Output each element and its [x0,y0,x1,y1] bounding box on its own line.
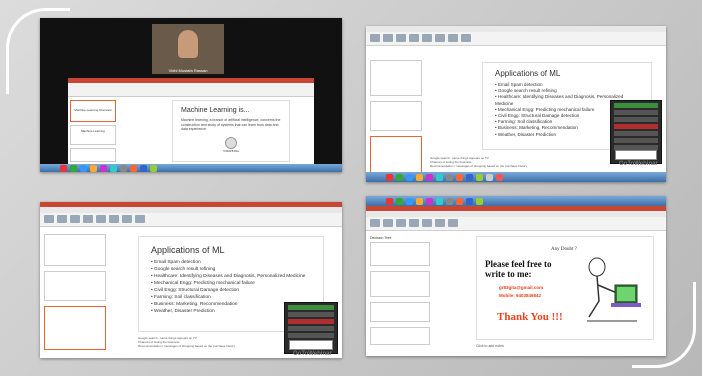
webinar-label: GoToWebinar [619,161,658,167]
main-slide: Machine Learning is... Machine learning,… [172,100,290,162]
speaker-notes: Google search - same things appears on T… [138,336,236,348]
screenshot-bottom-left: Applications of ML Email Spam detection … [40,202,342,358]
list-item: Mechanical Engg: Predicting mechanical f… [151,280,311,287]
ppt-window: Machine Learning Overview Machine Learni… [68,78,314,168]
mac-dock [40,164,342,172]
slide-title: Applications of ML [495,69,561,78]
slide-thumbnail[interactable]: Machine Learning [70,125,116,145]
slide-thumbnail[interactable] [370,60,422,96]
slide-thumbnail[interactable] [370,242,430,266]
slide-thumbnail[interactable] [44,306,106,350]
slide-thumbnail[interactable] [370,136,422,176]
speaker-notes: Google search - same things appears on T… [430,156,528,168]
slide-thumbnail[interactable] [44,234,106,266]
screenshot-top-left: Vidhi Mustafa Rassan Machine Learning Ov… [40,18,342,172]
list-item: Farming: Soil classification [151,294,311,301]
feel-free-text: Please feel free to write to me: [485,259,552,279]
thumbnail-pane [370,60,422,176]
top-dock [366,196,666,206]
mac-dock [366,172,666,182]
ppt-ribbon [68,83,314,97]
ppt-ribbon [366,26,666,46]
main-slide: Any Doubt ? Please feel free to write to… [476,236,654,340]
ppt-ribbon [40,207,342,227]
thumbnail-pane [44,234,106,350]
participant-avatar [178,30,198,58]
slide-thumbnail[interactable] [44,271,106,301]
notes-placeholder[interactable]: Click to add notes [476,344,504,349]
ppt-ribbon [366,211,666,231]
slide-title: Machine Learning is... [181,107,250,114]
list-item: Google search result refining [151,266,311,273]
participant-name: Vidhi Mustafa Rassan [168,68,208,73]
gotowebinar-badge: GoToWebinar [289,340,333,357]
thumb-label: Decision Tree [370,236,392,240]
mobile-text: Mobile: 9403846842 [499,293,542,298]
screenshot-bottom-right: Decision Tree Any Doubt ? Please feel fr… [366,196,666,356]
email-text: gr83gita@gmail.com [499,285,544,290]
list-item: Civil Engg: Structural Damage detection [151,287,311,294]
slide-thumbnail[interactable] [70,148,116,162]
list-item: Healthcare: Identifying Diseases and Dia… [151,273,311,280]
any-doubt-text: Any Doubt ? [551,247,577,252]
webinar-control-panel[interactable]: GoToWebinar [610,100,662,167]
webinar-label: GoToWebinar [293,351,332,357]
slide-thumbnail[interactable] [370,327,430,345]
list-item: Email Spam detection [151,259,311,266]
person-at-computer-illustration [587,257,641,322]
slide-body: Machine learning, a branch of artificial… [181,118,281,131]
wikipedia-logo-icon [225,136,237,149]
slide-thumbnail[interactable] [370,271,430,297]
thumb-title: Machine Learning [81,129,105,133]
thumbnail-pane: Machine Learning Overview Machine Learni… [70,100,116,164]
wikipedia-brand: WIKIPEDIA [223,148,239,153]
webinar-control-panel[interactable]: GoToWebinar [284,302,338,357]
thumb-title: Machine Learning Overview [74,108,112,112]
slide-thumbnail[interactable] [370,101,422,131]
slide-title: Applications of ML [151,245,225,255]
collage-background: Vidhi Mustafa Rassan Machine Learning Ov… [0,0,702,376]
gotowebinar-badge: GoToWebinar [615,150,658,167]
slide-thumbnail[interactable]: Machine Learning Overview [70,100,116,122]
thumbnail-pane: Decision Tree [370,236,430,348]
video-thumbnail: Vidhi Mustafa Rassan [152,24,224,74]
slide-thumbnail[interactable] [370,302,430,322]
thank-you-text: Thank You !!! [497,311,563,323]
screenshot-top-right: Applications of ML Email Spam detection … [366,26,666,182]
